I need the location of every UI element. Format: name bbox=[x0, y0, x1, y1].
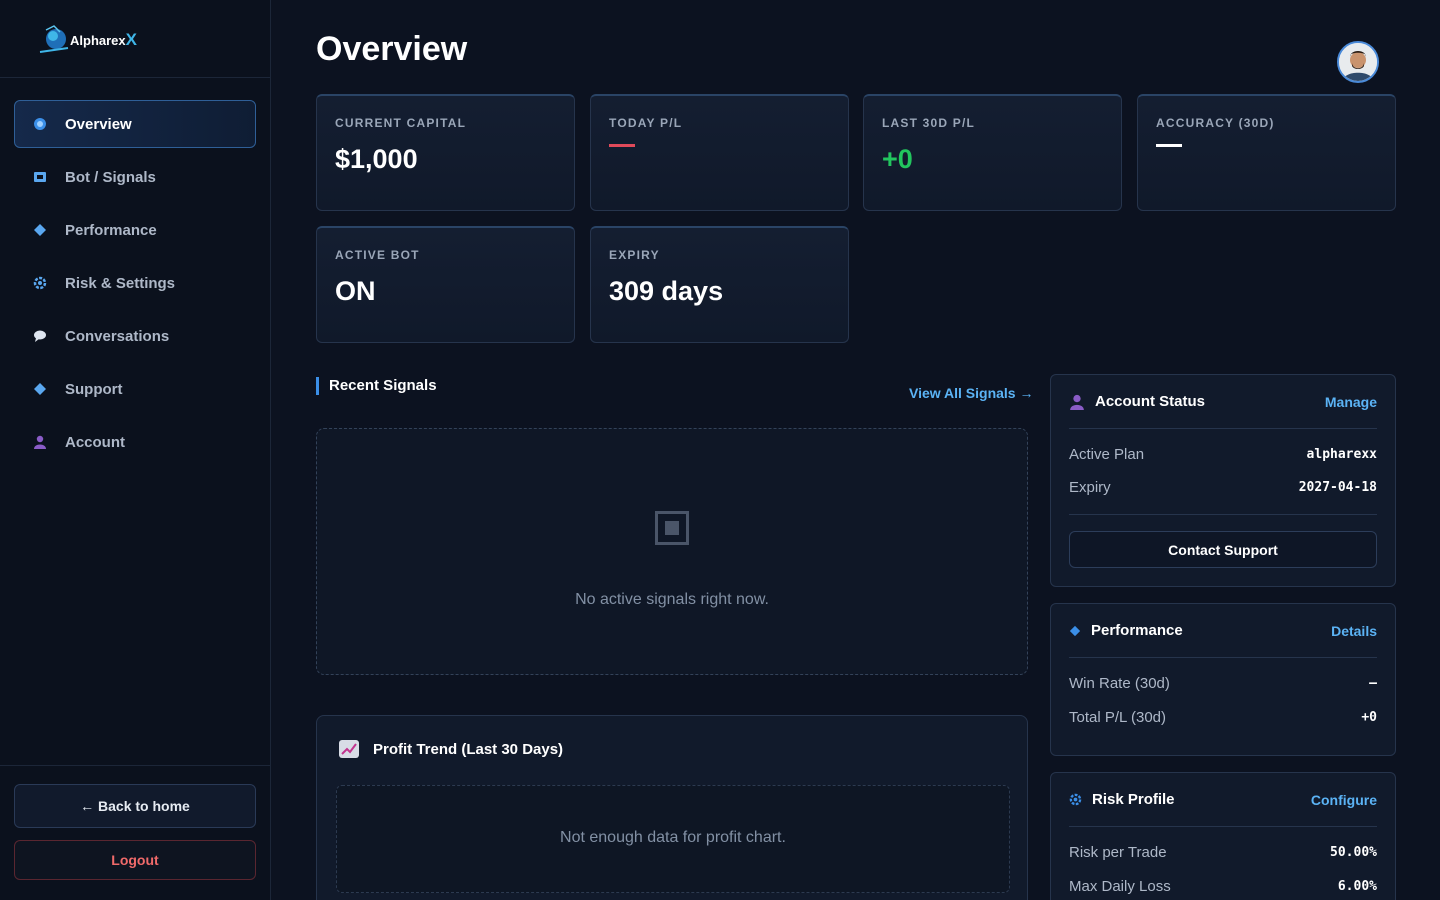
panel-header: Performance Details bbox=[1069, 604, 1377, 658]
info-row-active-plan: Active Plan alpharexx bbox=[1069, 437, 1377, 471]
stat-value-empty-dash bbox=[1156, 130, 1377, 152]
panel-title: Account Status bbox=[1095, 393, 1206, 410]
stat-label: EXPIRY bbox=[609, 248, 660, 262]
logo-icon bbox=[39, 24, 69, 53]
sidebar-item-label: Bot / Signals bbox=[65, 168, 156, 186]
performance-panel: Performance Details Win Rate (30d) — Tot… bbox=[1050, 603, 1396, 756]
sidebar-item-label: Risk & Settings bbox=[65, 274, 176, 292]
sidebar-item-label: Account bbox=[65, 433, 125, 451]
account-status-panel: Account Status Manage Active Plan alphar… bbox=[1050, 374, 1396, 587]
details-link[interactable]: Details bbox=[1331, 623, 1377, 639]
logo-accent: X bbox=[125, 29, 137, 49]
avatar[interactable] bbox=[1337, 41, 1379, 83]
sidebar-footer: ← Back to home Logout bbox=[0, 765, 270, 900]
brand-logo[interactable]: Alpharex X bbox=[0, 0, 270, 78]
panel-title: Performance bbox=[1091, 622, 1183, 639]
diamond-icon bbox=[1069, 625, 1081, 636]
panel-header: Account Status Manage bbox=[1069, 375, 1377, 429]
info-row-expiry: Expiry 2027-04-18 bbox=[1069, 471, 1377, 515]
target-icon bbox=[33, 117, 47, 131]
gear-icon bbox=[33, 276, 47, 290]
row-label: Max Daily Loss bbox=[1069, 877, 1171, 895]
sidebar-item-risk-settings[interactable]: Risk & Settings bbox=[14, 259, 256, 307]
sidebar-item-account[interactable]: Account bbox=[14, 418, 256, 466]
row-label: Total P/L (30d) bbox=[1069, 708, 1166, 726]
sidebar-item-bot-signals[interactable]: Bot / Signals bbox=[14, 153, 256, 201]
stat-label: TODAY P/L bbox=[609, 116, 683, 130]
recent-signals-title: Recent Signals bbox=[316, 377, 437, 395]
sidebar-item-support[interactable]: Support bbox=[14, 365, 256, 413]
row-value: +0 bbox=[1361, 709, 1377, 725]
row-label: Win Rate (30d) bbox=[1069, 674, 1170, 692]
gear-icon bbox=[1069, 793, 1082, 806]
signals-empty-state: No active signals right now. bbox=[316, 428, 1028, 675]
stat-card-current-capital: CURRENT CAPITAL $1,000 bbox=[316, 94, 575, 211]
info-row-max-daily-loss: Max Daily Loss 6.00% bbox=[1069, 869, 1377, 900]
sidebar-item-label: Performance bbox=[65, 221, 157, 239]
chat-icon bbox=[33, 329, 47, 343]
stat-value: 309 days bbox=[609, 276, 724, 306]
sidebar-item-performance[interactable]: Performance bbox=[14, 206, 256, 254]
risk-profile-panel: Risk Profile Configure Risk per Trade 50… bbox=[1050, 772, 1396, 900]
row-value: alpharexx bbox=[1306, 446, 1377, 462]
row-label: Risk per Trade bbox=[1069, 843, 1167, 861]
row-label: Expiry bbox=[1069, 479, 1111, 496]
sidebar-item-label: Support bbox=[65, 380, 123, 398]
logout-button[interactable]: Logout bbox=[14, 840, 256, 880]
info-row-risk-per-trade: Risk per Trade 50.00% bbox=[1069, 835, 1377, 869]
info-row-win-rate: Win Rate (30d) — bbox=[1069, 666, 1377, 700]
row-value: 2027-04-18 bbox=[1298, 480, 1377, 495]
sidebar: Alpharex X Overview Bot / Signals Perfor… bbox=[0, 0, 271, 900]
user-avatar-icon bbox=[1339, 43, 1377, 81]
signals-empty-text: No active signals right now. bbox=[575, 591, 769, 608]
profit-trend-title: Profit Trend (Last 30 Days) bbox=[373, 740, 564, 758]
diamond-icon bbox=[33, 223, 47, 237]
row-value: 6.00% bbox=[1337, 878, 1377, 894]
stat-card-active-bot: ACTIVE BOT ON bbox=[316, 226, 575, 343]
chart-increasing-icon bbox=[339, 740, 359, 758]
row-value: — bbox=[1369, 675, 1377, 691]
sidebar-item-label: Overview bbox=[65, 115, 132, 133]
profit-trend-header: Profit Trend (Last 30 Days) bbox=[339, 740, 563, 758]
stat-label: ACCURACY (30D) bbox=[1156, 116, 1275, 130]
stat-value: +0 bbox=[882, 144, 913, 174]
stat-value: $1,000 bbox=[335, 144, 418, 174]
manage-link[interactable]: Manage bbox=[1325, 394, 1377, 410]
stat-card-last-30d-pl: LAST 30D P/L +0 bbox=[863, 94, 1122, 211]
page-title: Overview bbox=[316, 30, 468, 68]
stat-value: ON bbox=[335, 276, 376, 306]
view-all-signals-link[interactable]: View All Signals → bbox=[909, 385, 1033, 401]
row-value: 50.00% bbox=[1330, 844, 1377, 860]
diamond-icon bbox=[33, 382, 47, 396]
bot-icon bbox=[33, 170, 47, 184]
sidebar-nav: Overview Bot / Signals Performance Risk … bbox=[0, 78, 270, 466]
info-row-total-pl: Total P/L (30d) +0 bbox=[1069, 700, 1377, 734]
contact-support-button[interactable]: Contact Support bbox=[1069, 531, 1377, 568]
stat-label: LAST 30D P/L bbox=[882, 116, 976, 130]
profit-empty-text: Not enough data for profit chart. bbox=[560, 829, 786, 846]
user-icon bbox=[1070, 394, 1084, 410]
panel-header: Risk Profile Configure bbox=[1069, 773, 1377, 827]
row-label: Active Plan bbox=[1069, 445, 1145, 463]
profit-chart-empty-state: Not enough data for profit chart. bbox=[336, 785, 1010, 893]
configure-link[interactable]: Configure bbox=[1311, 792, 1377, 808]
sidebar-item-overview[interactable]: Overview bbox=[14, 100, 256, 148]
stat-label: ACTIVE BOT bbox=[335, 248, 420, 262]
user-icon bbox=[33, 435, 47, 449]
sidebar-item-conversations[interactable]: Conversations bbox=[14, 312, 256, 360]
profit-trend-card: Profit Trend (Last 30 Days) Not enough d… bbox=[316, 715, 1028, 900]
stop-square-icon bbox=[655, 511, 689, 545]
panel-title: Risk Profile bbox=[1092, 791, 1175, 808]
logo-text: Alpharex bbox=[70, 33, 126, 48]
back-home-button[interactable]: ← Back to home bbox=[14, 784, 256, 828]
stat-card-expiry: EXPIRY 309 days bbox=[590, 226, 849, 343]
sidebar-item-label: Conversations bbox=[65, 327, 170, 345]
stat-label: CURRENT CAPITAL bbox=[335, 116, 467, 130]
stat-card-today-pl: TODAY P/L bbox=[590, 94, 849, 211]
stat-value-empty-dash bbox=[609, 130, 830, 152]
stat-card-accuracy: ACCURACY (30D) bbox=[1137, 94, 1396, 211]
